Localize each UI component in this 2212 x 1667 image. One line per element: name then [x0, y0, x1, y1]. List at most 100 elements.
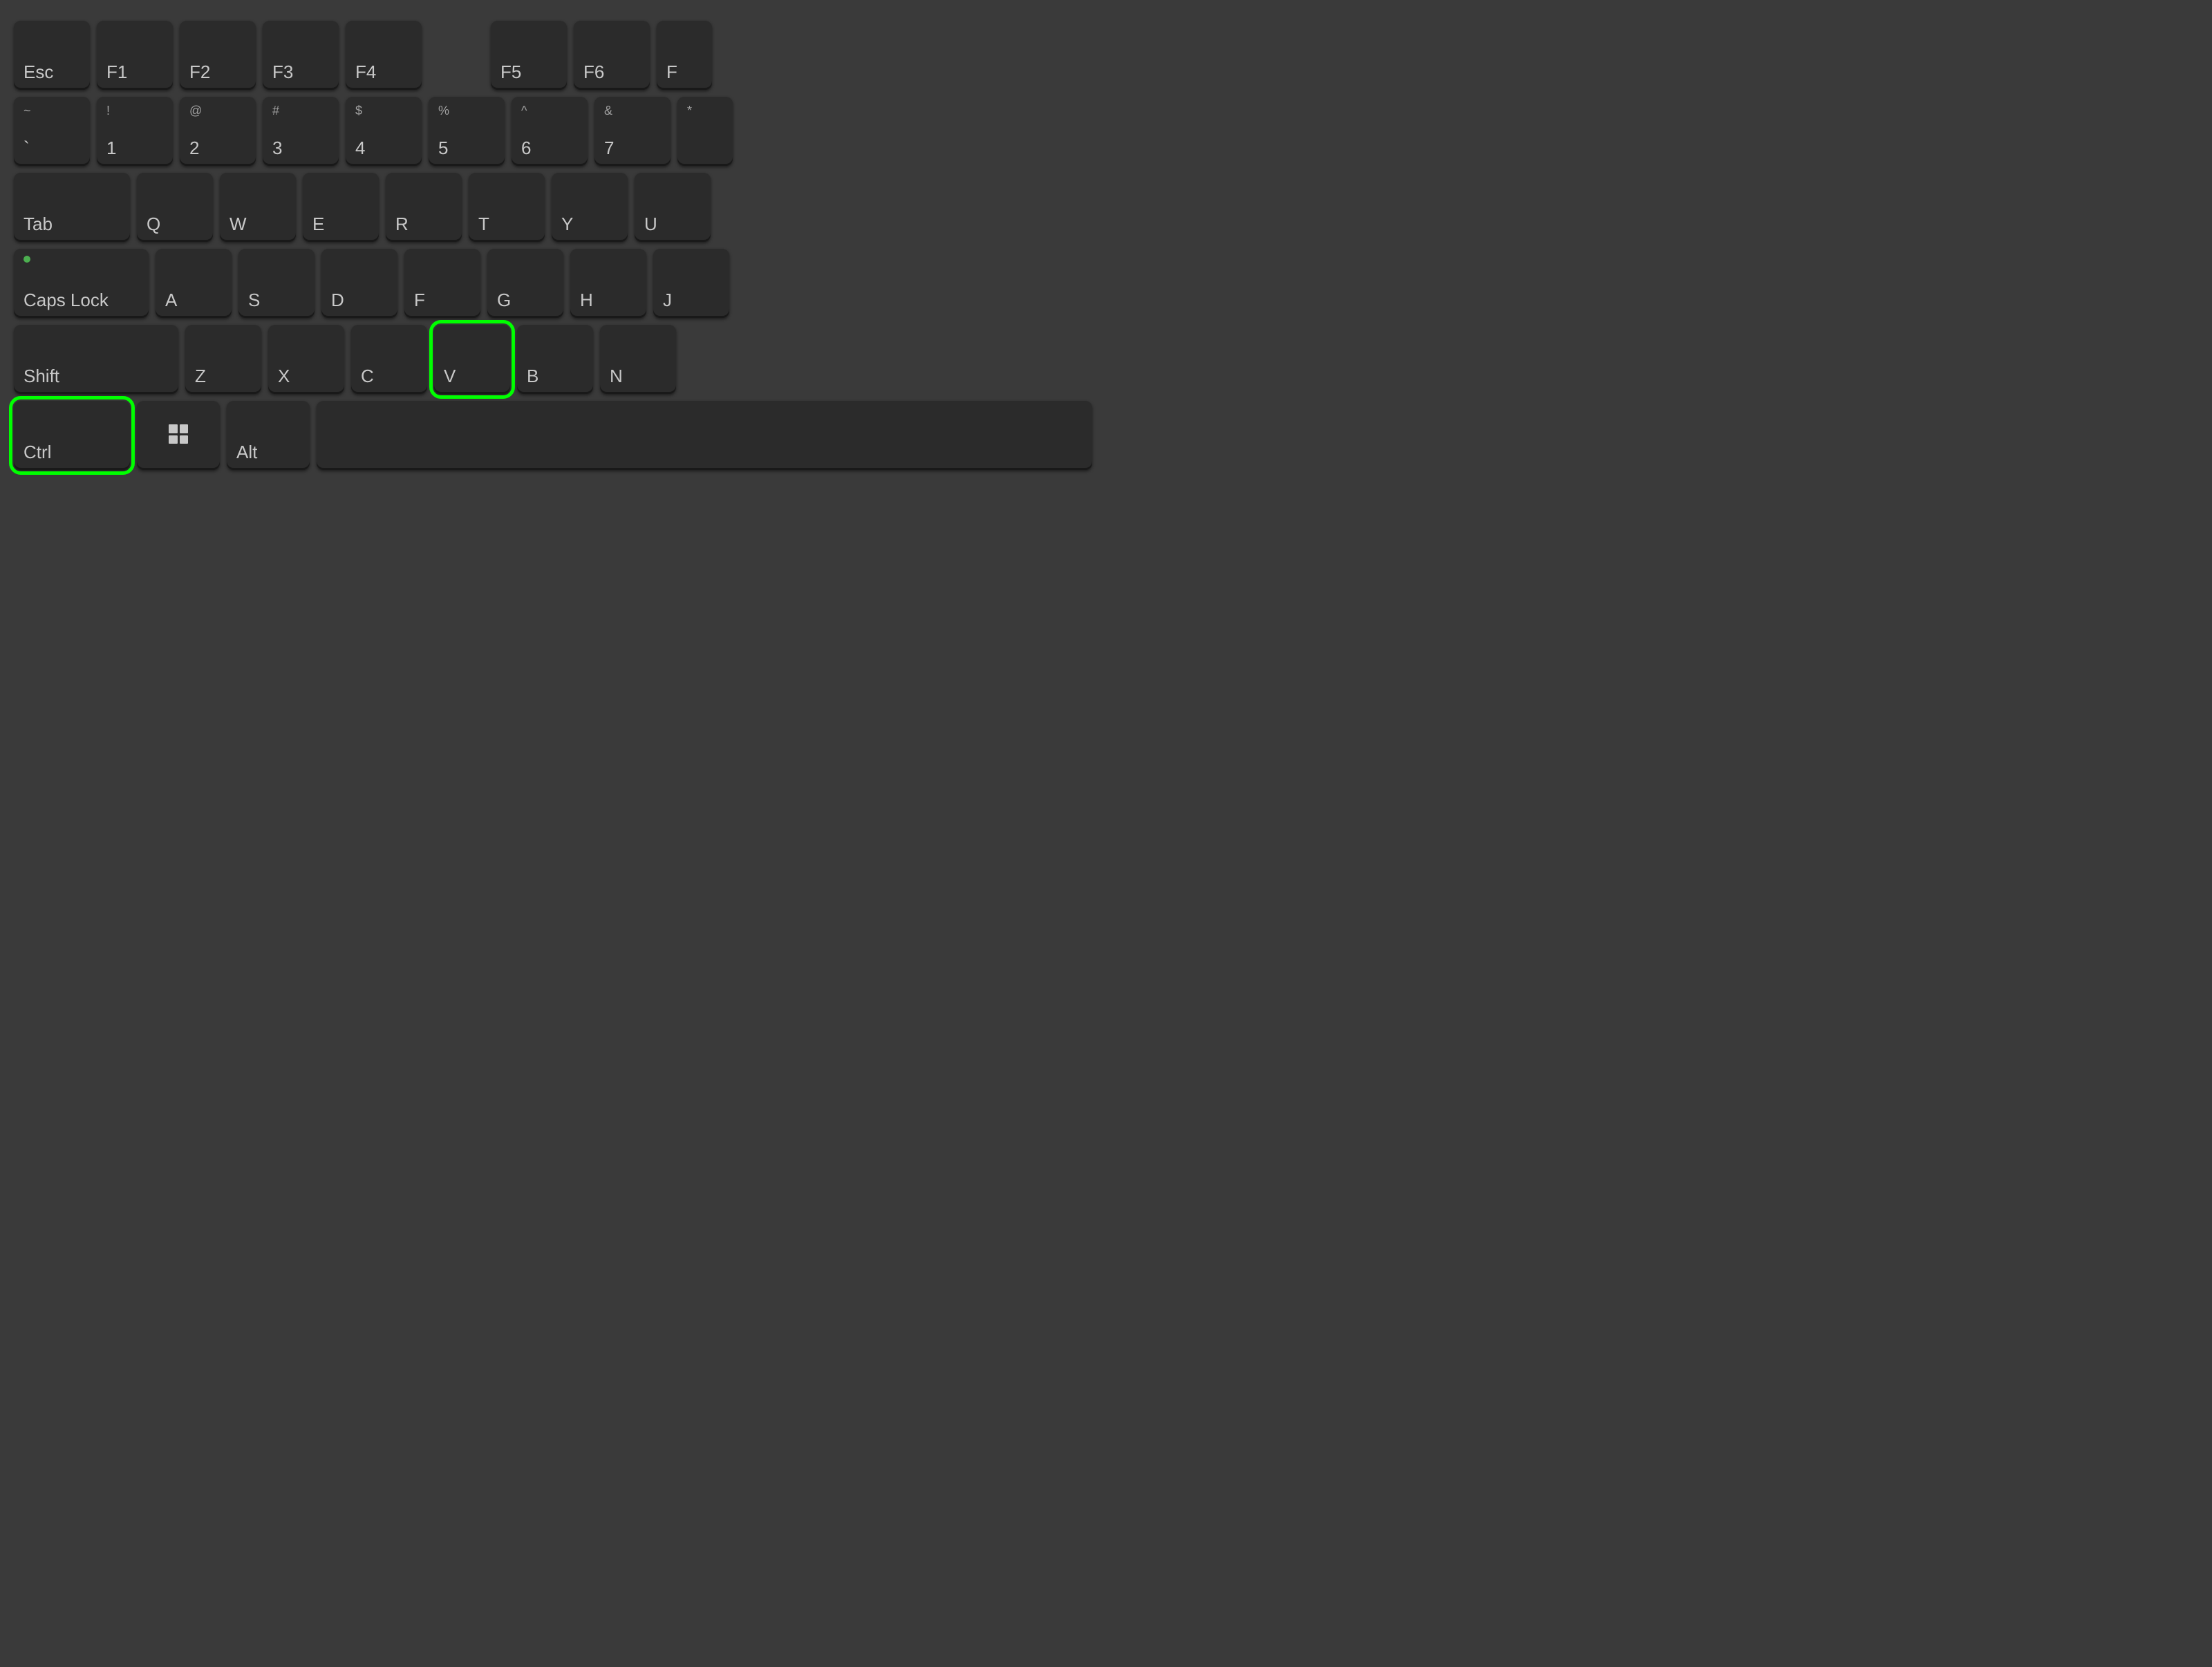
1-key[interactable]: ! 1 [97, 97, 173, 166]
r-key[interactable]: R [386, 173, 462, 242]
tab-label: Tab [24, 214, 53, 235]
6-label: 6 [521, 138, 531, 159]
w-label: W [229, 214, 247, 235]
h-key[interactable]: H [570, 249, 646, 318]
f-label: F [414, 290, 425, 311]
backtick-label: ` [24, 138, 30, 159]
j-label: J [663, 290, 672, 311]
ctrl-label: Ctrl [24, 442, 51, 463]
u-label: U [644, 214, 657, 235]
windows-icon [169, 424, 188, 444]
keyboard: Esc F1 F2 F3 F4 F5 F6 F ~ ` ! [0, 0, 1106, 834]
f7-key-partial[interactable]: F [657, 21, 712, 90]
f6-label: F6 [583, 62, 604, 83]
w-key[interactable]: W [220, 173, 296, 242]
esc-key[interactable]: Esc [14, 21, 90, 90]
x-label: X [278, 366, 290, 387]
3-key[interactable]: # 3 [263, 97, 339, 166]
caps-lock-key[interactable]: Caps Lock [14, 249, 149, 318]
alt-label: Alt [236, 442, 257, 463]
esc-label: Esc [24, 62, 53, 83]
t-key[interactable]: T [469, 173, 545, 242]
bottom-key-row: Ctrl Alt [14, 401, 1092, 470]
5-label: 5 [438, 138, 448, 159]
alt-key[interactable]: Alt [227, 401, 310, 470]
z-key[interactable]: Z [185, 325, 261, 394]
j-key-partial[interactable]: J [653, 249, 729, 318]
exclaim-label: ! [106, 104, 110, 118]
f4-label: F4 [355, 62, 376, 83]
2-key[interactable]: @ 2 [180, 97, 256, 166]
8-key-partial[interactable]: * [677, 97, 733, 166]
x-key[interactable]: X [268, 325, 344, 394]
g-label: G [497, 290, 511, 311]
asterisk-label: * [687, 104, 692, 118]
1-label: 1 [106, 138, 116, 159]
f3-key[interactable]: F3 [263, 21, 339, 90]
b-key[interactable]: B [517, 325, 593, 394]
caret-label: ^ [521, 104, 527, 118]
fn-gap [429, 21, 484, 90]
zxcv-key-row: Shift Z X C V B N [14, 325, 1092, 394]
f7-label: F [666, 62, 677, 83]
ampersand-label: & [604, 104, 612, 118]
2-label: 2 [189, 138, 199, 159]
v-label: V [444, 366, 456, 387]
y-label: Y [561, 214, 573, 235]
caps-lock-indicator [24, 256, 30, 263]
tilde-label: ~ [24, 104, 31, 118]
4-key[interactable]: $ 4 [346, 97, 422, 166]
q-key[interactable]: Q [137, 173, 213, 242]
n-key-partial[interactable]: N [600, 325, 676, 394]
e-label: E [312, 214, 324, 235]
b-label: B [527, 366, 538, 387]
space-key[interactable] [317, 401, 1092, 470]
asdf-key-row: Caps Lock A S D F G H J [14, 249, 1092, 318]
shift-label: Shift [24, 366, 59, 387]
s-key[interactable]: S [238, 249, 315, 318]
dollar-label: $ [355, 104, 362, 118]
f-key[interactable]: F [404, 249, 480, 318]
6-key[interactable]: ^ 6 [512, 97, 588, 166]
7-key[interactable]: & 7 [594, 97, 671, 166]
n-label: N [610, 366, 623, 387]
hash-label: # [272, 104, 279, 118]
v-key[interactable]: V [434, 325, 510, 394]
qwerty-key-row: Tab Q W E R T Y U [14, 173, 1092, 242]
7-label: 7 [604, 138, 614, 159]
4-label: 4 [355, 138, 365, 159]
ctrl-key[interactable]: Ctrl [14, 401, 130, 470]
caps-lock-label: Caps Lock [24, 290, 109, 311]
f1-key[interactable]: F1 [97, 21, 173, 90]
u-key[interactable]: U [635, 173, 711, 242]
f5-label: F5 [500, 62, 521, 83]
e-key[interactable]: E [303, 173, 379, 242]
f4-key[interactable]: F4 [346, 21, 422, 90]
t-label: T [478, 214, 489, 235]
5-key[interactable]: % 5 [429, 97, 505, 166]
f2-key[interactable]: F2 [180, 21, 256, 90]
tab-key[interactable]: Tab [14, 173, 130, 242]
win-key[interactable] [137, 401, 220, 470]
shift-key[interactable]: Shift [14, 325, 178, 394]
f5-key[interactable]: F5 [491, 21, 567, 90]
3-label: 3 [272, 138, 282, 159]
at-label: @ [189, 104, 202, 118]
f2-label: F2 [189, 62, 210, 83]
z-label: Z [195, 366, 206, 387]
a-label: A [165, 290, 177, 311]
c-key[interactable]: C [351, 325, 427, 394]
d-key[interactable]: D [321, 249, 397, 318]
r-label: R [395, 214, 409, 235]
g-key[interactable]: G [487, 249, 563, 318]
backtick-key[interactable]: ~ ` [14, 97, 90, 166]
a-key[interactable]: A [156, 249, 232, 318]
f6-key[interactable]: F6 [574, 21, 650, 90]
c-label: C [361, 366, 374, 387]
q-label: Q [147, 214, 160, 235]
f1-label: F1 [106, 62, 127, 83]
percent-label: % [438, 104, 449, 118]
y-key[interactable]: Y [552, 173, 628, 242]
f3-label: F3 [272, 62, 293, 83]
s-label: S [248, 290, 260, 311]
